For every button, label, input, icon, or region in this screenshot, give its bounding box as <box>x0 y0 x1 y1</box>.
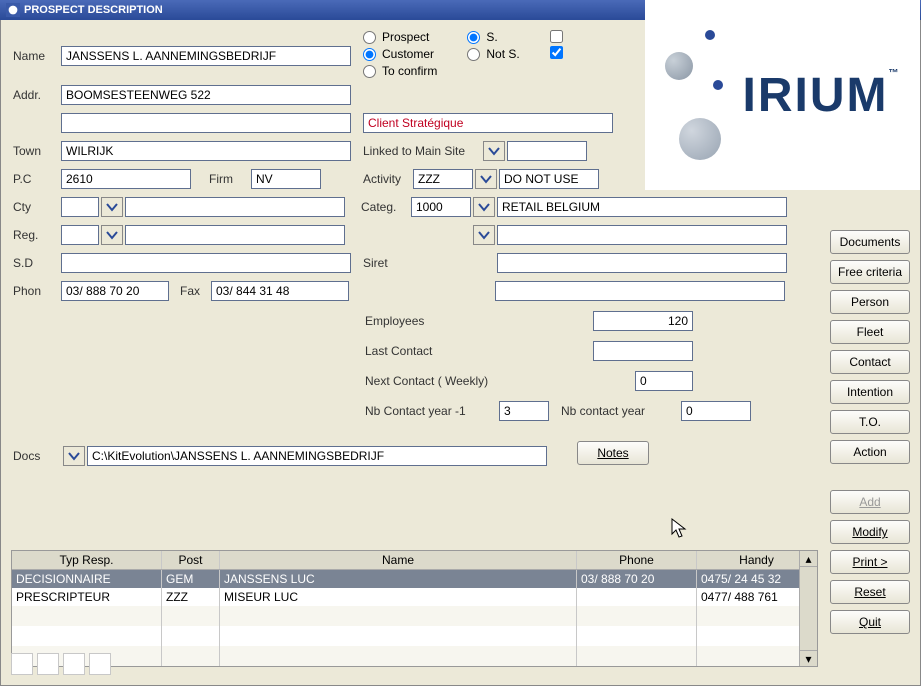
footer-status-boxes <box>11 653 115 675</box>
lastcontact-label: Last Contact <box>365 344 593 358</box>
table-row[interactable] <box>12 606 817 626</box>
scroll-up-icon[interactable]: ▴ <box>800 551 817 567</box>
activity-desc-field[interactable] <box>499 169 599 189</box>
to-button[interactable]: T.O. <box>830 410 910 434</box>
docs-field[interactable] <box>87 446 547 466</box>
town-field[interactable] <box>61 141 351 161</box>
siret-field[interactable] <box>497 253 787 273</box>
firm-label: Firm <box>191 172 251 186</box>
fax-field[interactable] <box>211 281 349 301</box>
reset-button[interactable]: Reset <box>830 580 910 604</box>
person-button[interactable]: Person <box>830 290 910 314</box>
nextcontact-field[interactable] <box>635 371 693 391</box>
reg-field[interactable] <box>61 225 99 245</box>
town-label: Town <box>13 144 61 158</box>
categ-lookup-button[interactable] <box>473 197 495 217</box>
cty-label: Cty <box>13 200 61 214</box>
fax-label: Fax <box>169 284 211 298</box>
documents-button[interactable]: Documents <box>830 230 910 254</box>
contact-button[interactable]: Contact <box>830 350 910 374</box>
table-row[interactable] <box>12 626 817 646</box>
nbyear_1-field[interactable] <box>499 401 549 421</box>
addr2-field[interactable] <box>61 113 351 133</box>
name-label: Name <box>13 49 61 63</box>
activity-field[interactable] <box>413 169 473 189</box>
nextcontact-label: Next Contact ( Weekly) <box>365 374 635 388</box>
reg-desc-field[interactable] <box>125 225 345 245</box>
radio-not-s[interactable]: Not S. <box>467 47 519 61</box>
checkbox-1[interactable] <box>550 30 569 43</box>
siret2-field[interactable] <box>495 281 785 301</box>
table-row[interactable] <box>12 646 817 666</box>
cty-field[interactable] <box>61 197 99 217</box>
docs-label: Docs <box>13 449 61 463</box>
linked-field[interactable] <box>507 141 587 161</box>
cty-lookup-button[interactable] <box>101 197 123 217</box>
fleet-button[interactable]: Fleet <box>830 320 910 344</box>
reg-lookup-button[interactable] <box>101 225 123 245</box>
categ-desc-field[interactable] <box>497 197 787 217</box>
pc-label: P.C <box>13 172 61 186</box>
nbyear_1-label: Nb Contact year -1 <box>365 404 499 418</box>
scroll-down-icon[interactable]: ▾ <box>800 650 817 666</box>
phon-label: Phon <box>13 284 61 298</box>
docs-lookup-button[interactable] <box>63 446 85 466</box>
notes-button[interactable]: Notes <box>577 441 649 465</box>
contacts-grid[interactable]: Typ Resp. Post Name Phone Handy DECISION… <box>11 550 818 667</box>
cty-desc-field[interactable] <box>125 197 345 217</box>
free-criteria-button[interactable]: Free criteria <box>830 260 910 284</box>
firm-field[interactable] <box>251 169 321 189</box>
linked-lookup-button[interactable] <box>483 141 505 161</box>
pc-field[interactable] <box>61 169 191 189</box>
app-icon <box>6 3 20 17</box>
addr-label: Addr. <box>13 88 61 102</box>
linked-label: Linked to Main Site <box>363 144 481 158</box>
extra-lookup-button[interactable] <box>473 225 495 245</box>
add-button[interactable]: Add <box>830 490 910 514</box>
grid-scrollbar[interactable]: ▴ ▾ <box>799 551 817 666</box>
radio-prospect[interactable]: Prospect <box>363 30 437 44</box>
categ-field[interactable] <box>411 197 471 217</box>
nbyear-field[interactable] <box>681 401 751 421</box>
reg-label: Reg. <box>13 228 61 242</box>
siret-label: Siret <box>363 256 497 270</box>
phon-field[interactable] <box>61 281 169 301</box>
name-field[interactable] <box>61 46 351 66</box>
quit-button[interactable]: Quit <box>830 610 910 634</box>
activity-lookup-button[interactable] <box>475 169 497 189</box>
activity-label: Activity <box>363 172 413 186</box>
radio-s[interactable]: S. <box>467 30 519 44</box>
checkbox-2[interactable] <box>550 46 569 59</box>
radio-toconfirm[interactable]: To confirm <box>363 64 437 78</box>
employees-field[interactable] <box>593 311 693 331</box>
extra-field[interactable] <box>497 225 787 245</box>
radio-customer[interactable]: Customer <box>363 47 437 61</box>
addr1-field[interactable] <box>61 85 351 105</box>
action-button[interactable]: Action <box>830 440 910 464</box>
table-row[interactable]: DECISIONNAIRE GEM JANSSENS LUC 03/ 888 7… <box>12 570 817 588</box>
print-button[interactable]: Print > <box>830 550 910 574</box>
lastcontact-field[interactable] <box>593 341 693 361</box>
nbyear-label: Nb contact year <box>561 404 681 418</box>
cursor-icon <box>671 518 689 540</box>
grid-header: Typ Resp. Post Name Phone Handy <box>12 551 817 570</box>
sd-field[interactable] <box>61 253 351 273</box>
window-title: PROSPECT DESCRIPTION <box>24 4 163 16</box>
intention-button[interactable]: Intention <box>830 380 910 404</box>
sd-label: S.D <box>13 256 61 270</box>
table-row[interactable]: PRESCRIPTEUR ZZZ MISEUR LUC 0477/ 488 76… <box>12 588 817 606</box>
brand-logo: IRIUM™ <box>645 0 920 190</box>
categ-label: Categ. <box>361 200 411 214</box>
status-text-field[interactable] <box>363 113 613 133</box>
modify-button[interactable]: Modify <box>830 520 910 544</box>
employees-label: Employees <box>365 314 593 328</box>
